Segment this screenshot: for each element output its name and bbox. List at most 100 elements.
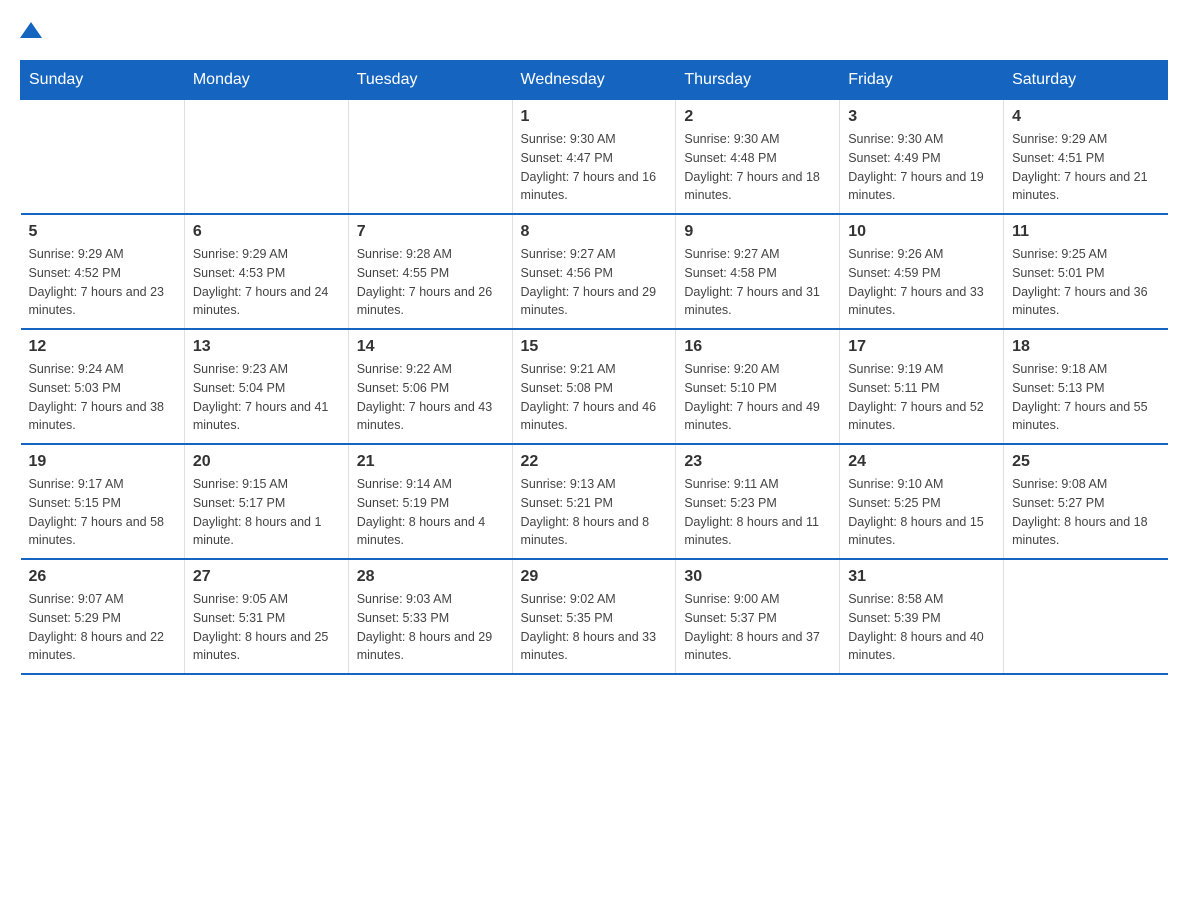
calendar-cell: 15Sunrise: 9:21 AMSunset: 5:08 PMDayligh… [512,329,676,444]
calendar-cell: 13 Sunrise: 9:23 AMSunset: 5:04 PMDayligh… [184,329,348,444]
day-number: 16 [684,338,831,356]
calendar-cell: 9Sunrise: 9:27 AMSunset: 4:58 PMDaylight… [676,214,840,329]
day-info: Sunrise: 9:17 AMSunset: 5:15 PMDaylight:… [29,475,176,550]
day-number: 30 [684,568,831,586]
calendar-week-row: 1 Sunrise: 9:30 AMSunset: 4:47 PMDaylight… [21,100,1168,215]
day-info: Sunrise: 9:08 AMSunset: 5:27 PMDaylight:… [1012,475,1159,550]
day-info: Sunrise: 9:24 AMSunset: 5:03 PMDaylight:… [29,360,176,435]
day-number: 26 [29,568,176,586]
day-number: 29 [521,568,668,586]
calendar-cell: 24 Sunrise: 9:10 AMSunset: 5:25 PMDayligh… [840,444,1004,559]
logo [20,20,52,40]
day-info: Sunrise: 9:27 AMSunset: 4:56 PMDaylight:… [521,245,668,320]
calendar-cell: 29 Sunrise: 9:02 AMSunset: 5:35 PMDayligh… [512,559,676,674]
day-info: Sunrise: 9:02 AMSunset: 5:35 PMDaylight:… [521,590,668,665]
column-header-thursday: Thursday [676,61,840,100]
day-info: Sunrise: 9:03 AMSunset: 5:33 PMDaylight:… [357,590,504,665]
day-number: 7 [357,223,504,241]
column-header-sunday: Sunday [21,61,185,100]
day-info: Sunrise: 9:25 AMSunset: 5:01 PMDaylight:… [1012,245,1159,320]
day-number: 10 [848,223,995,241]
day-number: 1 [521,108,668,126]
calendar-cell: 28 Sunrise: 9:03 AMSunset: 5:33 PMDayligh… [348,559,512,674]
day-number: 20 [193,453,340,471]
page-header [20,20,1168,40]
day-number: 28 [357,568,504,586]
column-header-saturday: Saturday [1004,61,1168,100]
calendar-cell: 25 Sunrise: 9:08 AMSunset: 5:27 PMDayligh… [1004,444,1168,559]
logo-triangle-icon [20,20,42,40]
day-number: 12 [29,338,176,356]
calendar-cell: 2Sunrise: 9:30 AMSunset: 4:48 PMDaylight… [676,100,840,215]
day-number: 14 [357,338,504,356]
calendar-week-row: 12 Sunrise: 9:24 AMSunset: 5:03 PMDayligh… [21,329,1168,444]
calendar-cell [21,100,185,215]
column-header-tuesday: Tuesday [348,61,512,100]
calendar-cell: 21Sunrise: 9:14 AMSunset: 5:19 PMDayligh… [348,444,512,559]
column-header-monday: Monday [184,61,348,100]
calendar-cell: 18 Sunrise: 9:18 AMSunset: 5:13 PMDayligh… [1004,329,1168,444]
day-number: 17 [848,338,995,356]
day-info: Sunrise: 9:29 AMSunset: 4:51 PMDaylight:… [1012,130,1159,205]
day-info: Sunrise: 9:28 AMSunset: 4:55 PMDaylight:… [357,245,504,320]
day-number: 8 [521,223,668,241]
calendar-cell: 31 Sunrise: 8:58 AMSunset: 5:39 PMDayligh… [840,559,1004,674]
calendar-header-row: SundayMondayTuesdayWednesdayThursdayFrid… [21,61,1168,100]
day-number: 24 [848,453,995,471]
column-header-wednesday: Wednesday [512,61,676,100]
day-number: 6 [193,223,340,241]
day-info: Sunrise: 9:30 AMSunset: 4:47 PMDaylight:… [521,130,668,205]
day-info: Sunrise: 9:05 AMSunset: 5:31 PMDaylight:… [193,590,340,665]
day-number: 4 [1012,108,1159,126]
calendar-cell: 14Sunrise: 9:22 AMSunset: 5:06 PMDayligh… [348,329,512,444]
calendar-table: SundayMondayTuesdayWednesdayThursdayFrid… [20,60,1168,675]
day-number: 13 [193,338,340,356]
day-info: Sunrise: 9:30 AMSunset: 4:49 PMDaylight:… [848,130,995,205]
calendar-week-row: 5 Sunrise: 9:29 AMSunset: 4:52 PMDaylight… [21,214,1168,329]
day-info: Sunrise: 9:13 AMSunset: 5:21 PMDaylight:… [521,475,668,550]
day-info: Sunrise: 9:20 AMSunset: 5:10 PMDaylight:… [684,360,831,435]
day-info: Sunrise: 9:26 AMSunset: 4:59 PMDaylight:… [848,245,995,320]
calendar-cell: 8 Sunrise: 9:27 AMSunset: 4:56 PMDaylight… [512,214,676,329]
day-number: 19 [29,453,176,471]
calendar-cell: 6Sunrise: 9:29 AMSunset: 4:53 PMDaylight… [184,214,348,329]
day-number: 11 [1012,223,1159,241]
calendar-cell: 3Sunrise: 9:30 AMSunset: 4:49 PMDaylight… [840,100,1004,215]
calendar-cell: 30Sunrise: 9:00 AMSunset: 5:37 PMDayligh… [676,559,840,674]
day-number: 21 [357,453,504,471]
day-info: Sunrise: 9:18 AMSunset: 5:13 PMDaylight:… [1012,360,1159,435]
calendar-cell: 22 Sunrise: 9:13 AMSunset: 5:21 PMDayligh… [512,444,676,559]
calendar-cell: 23 Sunrise: 9:11 AMSunset: 5:23 PMDayligh… [676,444,840,559]
calendar-cell: 16 Sunrise: 9:20 AMSunset: 5:10 PMDayligh… [676,329,840,444]
day-info: Sunrise: 9:29 AMSunset: 4:52 PMDaylight:… [29,245,176,320]
day-info: Sunrise: 9:19 AMSunset: 5:11 PMDaylight:… [848,360,995,435]
calendar-cell [184,100,348,215]
day-info: Sunrise: 9:23 AMSunset: 5:04 PMDaylight:… [193,360,340,435]
calendar-cell [348,100,512,215]
day-number: 22 [521,453,668,471]
calendar-cell: 19 Sunrise: 9:17 AMSunset: 5:15 PMDayligh… [21,444,185,559]
day-number: 9 [684,223,831,241]
day-info: Sunrise: 8:58 AMSunset: 5:39 PMDaylight:… [848,590,995,665]
day-info: Sunrise: 9:10 AMSunset: 5:25 PMDaylight:… [848,475,995,550]
day-info: Sunrise: 9:07 AMSunset: 5:29 PMDaylight:… [29,590,176,665]
calendar-cell: 1 Sunrise: 9:30 AMSunset: 4:47 PMDaylight… [512,100,676,215]
day-number: 5 [29,223,176,241]
day-number: 2 [684,108,831,126]
calendar-cell: 17 Sunrise: 9:19 AMSunset: 5:11 PMDayligh… [840,329,1004,444]
day-info: Sunrise: 9:15 AMSunset: 5:17 PMDaylight:… [193,475,340,550]
calendar-cell: 7 Sunrise: 9:28 AMSunset: 4:55 PMDaylight… [348,214,512,329]
day-info: Sunrise: 9:11 AMSunset: 5:23 PMDaylight:… [684,475,831,550]
day-number: 25 [1012,453,1159,471]
calendar-cell: 27Sunrise: 9:05 AMSunset: 5:31 PMDayligh… [184,559,348,674]
calendar-week-row: 26 Sunrise: 9:07 AMSunset: 5:29 PMDayligh… [21,559,1168,674]
day-number: 18 [1012,338,1159,356]
day-info: Sunrise: 9:21 AMSunset: 5:08 PMDaylight:… [521,360,668,435]
calendar-cell: 12 Sunrise: 9:24 AMSunset: 5:03 PMDayligh… [21,329,185,444]
calendar-week-row: 19 Sunrise: 9:17 AMSunset: 5:15 PMDayligh… [21,444,1168,559]
calendar-cell: 20 Sunrise: 9:15 AMSunset: 5:17 PMDayligh… [184,444,348,559]
column-header-friday: Friday [840,61,1004,100]
day-number: 31 [848,568,995,586]
day-number: 23 [684,453,831,471]
calendar-cell: 4 Sunrise: 9:29 AMSunset: 4:51 PMDaylight… [1004,100,1168,215]
